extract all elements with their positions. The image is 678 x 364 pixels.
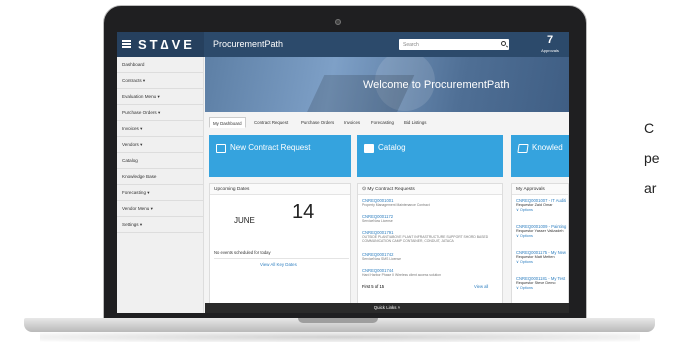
tab-contract-request[interactable]: Contract Request xyxy=(251,117,291,128)
options-toggle[interactable]: ∨ Options xyxy=(516,233,566,238)
options-toggle[interactable]: ∨ Options xyxy=(516,207,566,212)
book-icon xyxy=(517,144,529,153)
tab-purchase-orders[interactable]: Purchase Orders xyxy=(298,117,337,128)
calendar-month: JUNE xyxy=(234,216,255,225)
brand-area: ST∆VE xyxy=(117,32,204,57)
divider xyxy=(214,258,349,259)
tile-knowledge-base[interactable]: Knowled xyxy=(511,135,569,177)
request-description: OUTSIDE PLANT/ABOVE PLANT INFRASTRUCTURE… xyxy=(362,235,489,244)
sidebar-item-forecasting[interactable]: Forecasting ▾ xyxy=(117,185,203,201)
panel-title: Upcoming Dates xyxy=(210,184,350,195)
sidebar: Dashboard Contracts ▾ Evaluation Menu ▾ … xyxy=(117,57,204,313)
cropped-text-line: ar xyxy=(644,180,657,196)
list-item[interactable]: CNREQ0001744 Hard Harbor Phase II Wirele… xyxy=(362,268,441,277)
list-item[interactable]: CNREQ0001001 Property Management Mainten… xyxy=(362,198,430,207)
stave-logo[interactable]: ST∆VE xyxy=(138,37,195,52)
sidebar-item-evaluation-menu[interactable]: Evaluation Menu ▾ xyxy=(117,89,203,105)
request-description: ServiceNow SMS License xyxy=(362,257,402,261)
sidebar-item-invoices[interactable]: Invoices ▾ xyxy=(117,121,203,137)
search-input[interactable] xyxy=(399,39,509,50)
request-description: ServiceNow License xyxy=(362,219,393,223)
approvals-button[interactable]: 7 Approvals xyxy=(531,32,569,57)
top-bar: ST∆VE ProcurementPath 7 Approvals xyxy=(117,32,569,57)
laptop-shadow xyxy=(40,332,640,342)
laptop-screen: ST∆VE ProcurementPath 7 Approvals Dashbo… xyxy=(117,32,569,313)
hamburger-menu-icon[interactable] xyxy=(122,40,131,48)
list-item[interactable]: CNREQ0001172 ServiceNow License xyxy=(362,214,393,223)
tile-catalog[interactable]: Catalog xyxy=(357,135,503,177)
sidebar-item-catalog[interactable]: Catalog xyxy=(117,153,203,169)
tile-label: Knowled xyxy=(532,143,563,152)
options-toggle[interactable]: ∨ Options xyxy=(516,285,565,290)
calendar-day: 14 xyxy=(292,201,315,223)
panel-title-text: My Contract Requests xyxy=(367,187,415,192)
tile-new-contract-request[interactable]: New Contract Request xyxy=(209,135,351,177)
list-item[interactable]: CNREQ0001181 - My Test Requestor Steve D… xyxy=(516,276,565,290)
request-description: Hard Harbor Phase II Wireless client acc… xyxy=(362,273,441,277)
hero-banner: Welcome to ProcurementPath xyxy=(205,57,569,112)
edit-icon xyxy=(216,144,226,153)
dashboard-tabs: My Dashboard Contract Request Purchase O… xyxy=(205,117,569,129)
approvals-count: 7 xyxy=(546,34,554,46)
list-item[interactable]: CNREQ0001007 - IT Auditi Requestor Zaid … xyxy=(516,198,566,212)
hero-welcome-text: Welcome to ProcurementPath xyxy=(363,79,510,91)
laptop-notch xyxy=(298,318,378,323)
no-events-text: No events scheduled for today xyxy=(214,250,271,255)
tile-label: Catalog xyxy=(378,143,406,152)
tile-label: New Contract Request xyxy=(230,143,311,152)
list-item[interactable]: CNREQ0001742 ServiceNow SMS License xyxy=(362,252,401,261)
sidebar-item-dashboard[interactable]: Dashboard xyxy=(117,57,203,73)
list-item[interactable]: CNREQ0001009 - Painting Requestor Yasser… xyxy=(516,224,566,238)
tab-forecasting[interactable]: Forecasting xyxy=(368,117,397,128)
approvals-label: Approvals xyxy=(541,48,559,53)
request-description: Property Management Maintenance Contract xyxy=(362,203,430,207)
laptop-stage: ST∆VE ProcurementPath 7 Approvals Dashbo… xyxy=(0,0,678,364)
list-item[interactable]: CNREQ0001175 - My New Requestor Matt Met… xyxy=(516,250,566,264)
panel-title: ⊙ My Contract Requests xyxy=(358,184,502,195)
search-icon[interactable] xyxy=(501,41,506,46)
sidebar-item-vendor-menu[interactable]: Vendor Menu ▾ xyxy=(117,201,203,217)
main-content: Welcome to ProcurementPath My Dashboard … xyxy=(205,57,569,313)
sidebar-item-knowledge-base[interactable]: Knowledge Base xyxy=(117,169,203,185)
cropped-text-line: C xyxy=(644,120,655,136)
sidebar-item-purchase-orders[interactable]: Purchase Orders ▾ xyxy=(117,105,203,121)
app-title: ProcurementPath xyxy=(213,39,284,49)
view-all-link[interactable]: View all xyxy=(474,284,488,289)
panel-title: My Approvals xyxy=(512,184,568,195)
approvals-panel: My Approvals CNREQ0001007 - IT Auditi Re… xyxy=(511,183,569,313)
folder-icon xyxy=(364,144,374,153)
tab-my-dashboard[interactable]: My Dashboard xyxy=(209,117,246,128)
cropped-text-line: pe xyxy=(644,150,660,166)
tab-bid-listings[interactable]: Bid Listings xyxy=(401,117,429,128)
list-item[interactable]: CNREQ0001791 OUTSIDE PLANT/ABOVE PLANT I… xyxy=(362,230,500,243)
sidebar-item-settings[interactable]: Settings ▾ xyxy=(117,217,203,233)
options-toggle[interactable]: ∨ Options xyxy=(516,259,566,264)
quick-links-bar[interactable]: Quick Links ˄ xyxy=(205,303,569,313)
sidebar-item-vendors[interactable]: Vendors ▾ xyxy=(117,137,203,153)
sidebar-item-contracts[interactable]: Contracts ▾ xyxy=(117,73,203,89)
contract-requests-panel: ⊙ My Contract Requests CNREQ0001001 Prop… xyxy=(357,183,503,313)
view-all-key-dates-link[interactable]: View All Key Dates xyxy=(260,262,297,267)
camera-icon xyxy=(335,19,341,25)
upcoming-dates-panel: Upcoming Dates JUNE 14 No events schedul… xyxy=(209,183,351,313)
tab-invoices[interactable]: Invoices xyxy=(341,117,363,128)
list-footer-count: First 5 of 15 xyxy=(362,284,385,289)
